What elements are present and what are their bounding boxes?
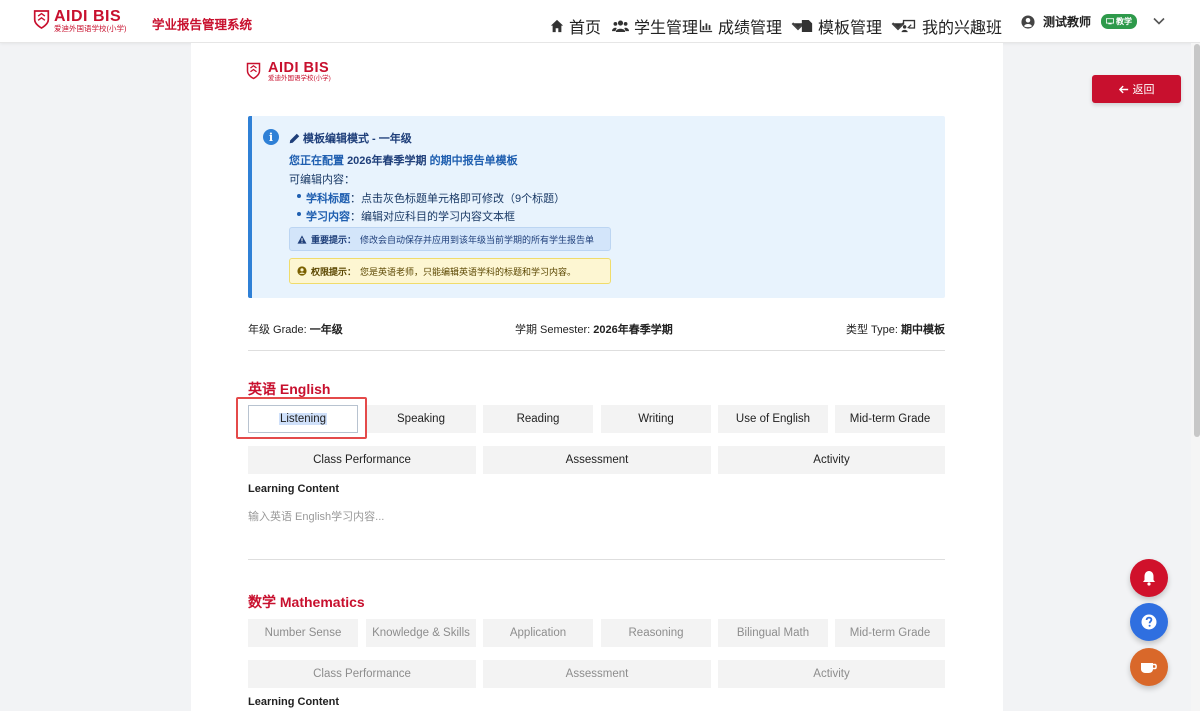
math-heading-cell: Mid-term Grade bbox=[835, 619, 945, 647]
english-heading-cell[interactable]: Assessment bbox=[483, 446, 711, 474]
math-heading-cell: Reasoning bbox=[601, 619, 711, 647]
file-icon bbox=[801, 20, 813, 32]
divider bbox=[248, 559, 945, 560]
bullet bbox=[297, 194, 301, 198]
learning-content-label: Learning Content bbox=[248, 483, 340, 495]
math-heading-cell: Number Sense bbox=[248, 619, 358, 647]
monitor-icon bbox=[1106, 18, 1115, 25]
english-learning-content-input[interactable]: 输入英语 English学习内容... bbox=[248, 508, 384, 524]
permission-notice: 权限提示： 您是英语老师，只能编辑英语学科的标题和学习内容。 bbox=[289, 258, 611, 284]
arrow-left-icon bbox=[1118, 85, 1128, 93]
meta-grade: 年级 Grade: 一年级 bbox=[248, 324, 343, 336]
shield-logo-icon bbox=[33, 10, 50, 29]
english-heading-cell[interactable]: Reading bbox=[483, 405, 593, 433]
section-title-math: 数学 Mathematics bbox=[248, 594, 365, 610]
english-heading-cell[interactable]: Writing bbox=[601, 405, 711, 433]
brand-logo[interactable]: AIDI BIS 爱迪外国语学校(小学) bbox=[33, 9, 127, 33]
brand-subtitle: 爱迪外国语学校(小学) bbox=[54, 24, 127, 33]
meta-semester: 学期 Semester: 2026年春季学期 bbox=[515, 324, 673, 336]
section-title-english: 英语 English bbox=[248, 381, 331, 397]
chart-icon bbox=[699, 19, 713, 33]
nav-home[interactable]: 首页 bbox=[550, 14, 601, 38]
scrollbar-thumb[interactable] bbox=[1194, 44, 1200, 437]
home-icon bbox=[550, 19, 564, 33]
nav-templates[interactable]: 模板管理 bbox=[801, 14, 905, 38]
user-name: 测试教师 bbox=[1043, 15, 1092, 29]
math-heading-cell: Class Performance bbox=[248, 660, 476, 688]
english-heading-cell[interactable]: Speaking bbox=[366, 405, 476, 433]
info-editable-heading: 可编辑内容： bbox=[289, 174, 355, 186]
math-heading-cell: Assessment bbox=[483, 660, 711, 688]
english-heading-cell[interactable]: Activity bbox=[718, 446, 945, 474]
users-icon bbox=[612, 20, 629, 32]
english-heading-cell[interactable]: Mid-term Grade bbox=[835, 405, 945, 433]
user-menu-chevron-icon[interactable] bbox=[1153, 16, 1165, 26]
info-icon: i bbox=[263, 129, 279, 145]
info-config-line: 您正在配置 2026年春季学期 的期中报告单模板 bbox=[289, 155, 518, 167]
math-heading-cell: Bilingual Math bbox=[718, 619, 828, 647]
english-heading-cell[interactable]: Class Performance bbox=[248, 446, 476, 474]
user-circle-icon bbox=[297, 266, 307, 276]
user-menu[interactable]: 测试教师 教学 bbox=[1021, 13, 1138, 30]
learning-content-label: Learning Content bbox=[248, 696, 340, 708]
question-icon bbox=[1141, 614, 1157, 630]
top-navbar: AIDI BIS 爱迪外国语学校(小学) 学业报告管理系统 首页 学生管理 成绩… bbox=[0, 0, 1200, 43]
info-title: 模板编辑模式 - 一年级 bbox=[289, 130, 412, 146]
brand-name: AIDI BIS bbox=[54, 8, 122, 25]
shield-logo-icon bbox=[246, 62, 261, 80]
warning-icon bbox=[297, 234, 307, 244]
coffee-icon bbox=[1141, 663, 1157, 673]
important-notice: 重要提示： 修改会自动保存并应用到该年级当前学期的所有学生报告单 bbox=[289, 227, 611, 251]
info-item-title: 学科标题：点击灰色标题单元格即可修改（9个标题） bbox=[306, 193, 566, 205]
user-circle-icon bbox=[1021, 14, 1035, 29]
meta-type: 类型 Type: 期中模板 bbox=[846, 324, 946, 336]
info-item-content: 学习内容：编辑对应科目的学习内容文本框 bbox=[306, 211, 515, 223]
english-heading-cell[interactable]: Use of English bbox=[718, 405, 828, 433]
nav-grades[interactable]: 成绩管理 bbox=[699, 14, 805, 38]
paper-logo: AIDI BIS 爱迪外国语学校(小学) bbox=[246, 61, 331, 83]
math-heading-cell: Activity bbox=[718, 660, 945, 688]
bell-icon bbox=[1143, 571, 1155, 586]
bullet bbox=[297, 212, 301, 216]
help-button[interactable] bbox=[1130, 603, 1168, 641]
selection-highlight bbox=[236, 397, 367, 439]
club-icon bbox=[901, 19, 916, 33]
coffee-button[interactable] bbox=[1130, 648, 1168, 686]
role-badge: 教学 bbox=[1101, 14, 1138, 29]
pencil-icon bbox=[289, 133, 300, 143]
back-button[interactable]: 返回 bbox=[1092, 75, 1181, 103]
notification-button[interactable] bbox=[1130, 559, 1168, 597]
system-title: 学业报告管理系统 bbox=[152, 18, 253, 32]
nav-students[interactable]: 学生管理 bbox=[612, 14, 698, 38]
nav-clubs[interactable]: 我的兴趣班 bbox=[901, 14, 1002, 38]
math-heading-cell: Application bbox=[483, 619, 593, 647]
divider bbox=[248, 350, 945, 351]
math-heading-cell: Knowledge & Skills bbox=[366, 619, 476, 647]
